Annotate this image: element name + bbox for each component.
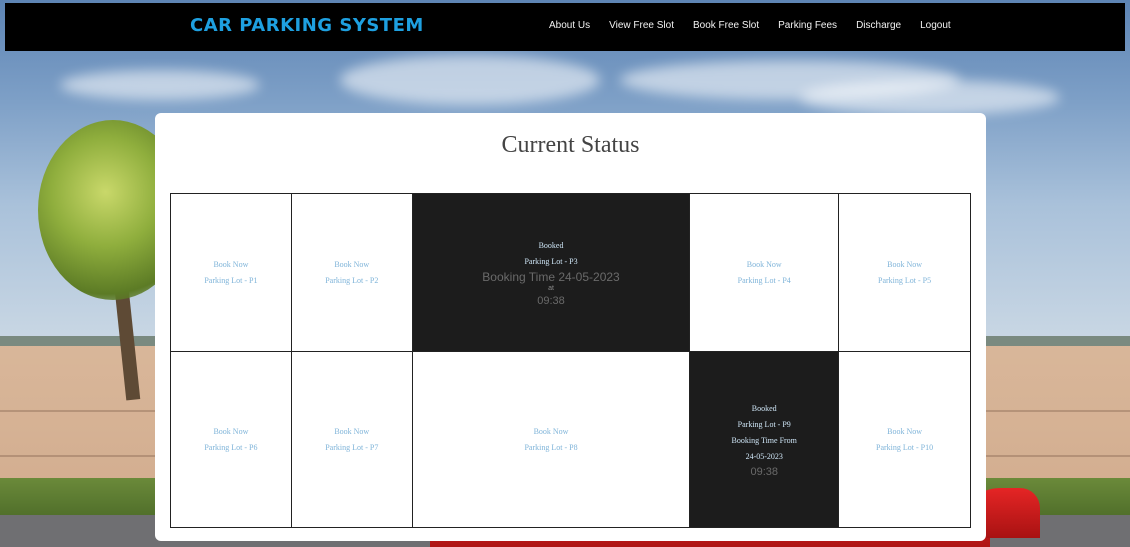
booking-clock: 09:38	[537, 294, 565, 307]
status-card: Current Status Book Now Parking Lot - P1…	[155, 113, 986, 541]
nav-view-free-slot[interactable]: View Free Slot	[609, 20, 674, 31]
slot-p10[interactable]: Book Now Parking Lot - P10	[838, 351, 971, 528]
page-title: Current Status	[501, 132, 640, 158]
cloud	[340, 55, 600, 105]
booking-at: at	[548, 284, 554, 292]
parking-row: Book Now Parking Lot - P1 Book Now Parki…	[170, 192, 971, 353]
nav-about-us[interactable]: About Us	[549, 20, 590, 31]
cloud	[60, 70, 260, 100]
slot-p4[interactable]: Book Now Parking Lot - P4	[689, 192, 840, 353]
lot-label[interactable]: Parking Lot - P4	[690, 273, 838, 289]
booked-status: Booked	[751, 403, 777, 413]
slot-p6[interactable]: Book Now Parking Lot - P6	[170, 351, 292, 528]
lot-label[interactable]: Parking Lot - P5	[839, 273, 970, 289]
nav-discharge[interactable]: Discharge	[856, 20, 901, 31]
slot-p1[interactable]: Book Now Parking Lot - P1	[170, 192, 292, 353]
slot-p7[interactable]: Book Now Parking Lot - P7	[290, 351, 413, 528]
slot-p9: Booked Parking Lot - P9 Booking Time Fro…	[689, 351, 840, 528]
booking-time: Booking Time 24-05-2023	[482, 269, 620, 284]
book-now-link[interactable]: Book Now	[292, 424, 412, 440]
book-now-link[interactable]: Book Now	[690, 257, 838, 273]
booking-date: 24-05-2023	[745, 451, 783, 461]
lot-label: Parking Lot - P3	[524, 256, 578, 266]
lot-label[interactable]: Parking Lot - P8	[413, 440, 690, 456]
book-now-link[interactable]: Book Now	[171, 424, 291, 440]
lot-label[interactable]: Parking Lot - P2	[292, 273, 412, 289]
booked-status: Booked	[538, 240, 564, 250]
cloud	[800, 80, 1060, 115]
lot-label: Parking Lot - P9	[737, 419, 791, 429]
slot-p5[interactable]: Book Now Parking Lot - P5	[838, 192, 971, 353]
booking-clock: 09:38	[750, 465, 778, 478]
nav-menu: About Us View Free Slot Book Free Slot P…	[549, 20, 970, 31]
nav-book-free-slot[interactable]: Book Free Slot	[693, 20, 759, 31]
book-now-link[interactable]: Book Now	[839, 257, 970, 273]
book-now-link[interactable]: Book Now	[292, 257, 412, 273]
lot-label[interactable]: Parking Lot - P6	[171, 440, 291, 456]
parking-row: Book Now Parking Lot - P6 Book Now Parki…	[170, 351, 971, 528]
book-now-link[interactable]: Book Now	[413, 424, 690, 440]
slot-p8[interactable]: Book Now Parking Lot - P8	[411, 351, 691, 528]
nav-logout[interactable]: Logout	[920, 20, 951, 31]
book-now-link[interactable]: Book Now	[171, 257, 291, 273]
parking-grid: Book Now Parking Lot - P1 Book Now Parki…	[170, 192, 971, 528]
slot-p2[interactable]: Book Now Parking Lot - P2	[290, 192, 413, 353]
booking-time-label: Booking Time From	[731, 435, 797, 445]
slot-p3: Booked Parking Lot - P3 Booking Time 24-…	[411, 192, 691, 353]
lot-label[interactable]: Parking Lot - P10	[839, 440, 970, 456]
book-now-link[interactable]: Book Now	[839, 424, 970, 440]
nav-parking-fees[interactable]: Parking Fees	[778, 20, 837, 31]
brand-logo[interactable]: CAR PARKING SYSTEM	[190, 15, 424, 36]
navbar: CAR PARKING SYSTEM About Us View Free Sl…	[5, 3, 1125, 51]
lot-label[interactable]: Parking Lot - P7	[292, 440, 412, 456]
lot-label[interactable]: Parking Lot - P1	[171, 273, 291, 289]
